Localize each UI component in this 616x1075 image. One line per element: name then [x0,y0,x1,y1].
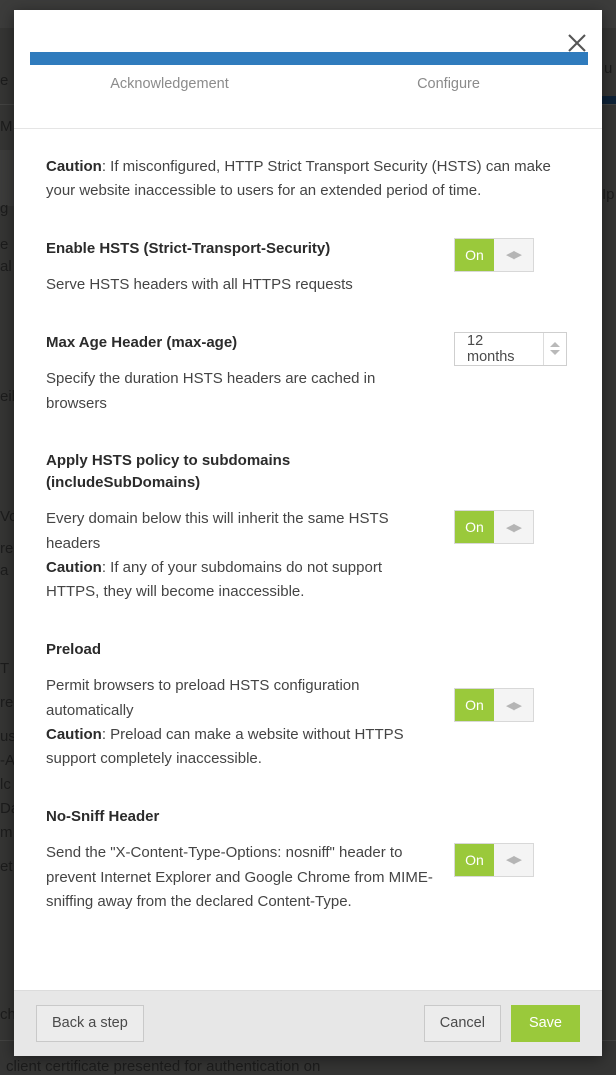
setting-description: Every domain below this will inherit the… [46,507,438,604]
setting-text: Preload Permit browsers to preload HSTS … [46,639,438,772]
setting-caution-label: Caution [46,726,102,744]
setting-title: No-Sniff Header [46,807,160,825]
setting-enable-hsts: Enable HSTS (Strict-Transport-Security) … [46,237,570,298]
top-caution-text: Caution: If misconfigured, HTTP Strict T… [46,155,570,204]
wizard-step-acknowledgement[interactable]: Acknowledgement [30,76,309,92]
setting-control: On ◀▶ [438,688,548,723]
save-button[interactable]: Save [510,1005,580,1042]
setting-title: Max Age Header (max-age) [46,333,238,351]
setting-include-subdomains: Apply HSTS policy to subdomains (include… [46,450,570,605]
chevron-up-icon[interactable] [549,342,560,348]
toggle-include-subdomains[interactable]: On ◀▶ [454,510,534,545]
setting-caution-label: Caution [46,559,102,577]
setting-description: Permit browsers to preload HSTS configur… [46,674,438,771]
setting-description: Serve HSTS headers with all HTTPS reques… [46,276,353,294]
hsts-configuration-modal: Acknowledgement Configure Caution: If mi… [14,10,602,1056]
toggle-enable-hsts[interactable]: On ◀▶ [454,237,534,272]
toggle-preload[interactable]: On ◀▶ [454,688,534,723]
toggle-handle-icon[interactable]: ◀▶ [494,238,533,271]
toggle-handle-icon[interactable]: ◀▶ [494,511,533,544]
setting-control: On ◀▶ [438,510,548,545]
setting-title: Enable HSTS (Strict-Transport-Security) [46,239,331,257]
modal-body: Caution: If misconfigured, HTTP Strict T… [14,129,602,990]
setting-control: On ◀▶ [438,237,548,272]
wizard-step-labels: Acknowledgement Configure [30,76,588,92]
setting-control: 12 months [438,331,567,366]
setting-text: Max Age Header (max-age) Specify the dur… [46,332,438,416]
setting-max-age: Max Age Header (max-age) Specify the dur… [46,331,570,416]
setting-description-line: Every domain below this will inherit the… [46,510,389,552]
toggle-handle-icon[interactable]: ◀▶ [494,843,533,876]
setting-description: Specify the duration HSTS headers are ca… [46,370,376,412]
back-a-step-button[interactable]: Back a step [36,1005,144,1042]
toggle-state-label: On [455,511,494,544]
toggle-state-label: On [455,843,494,876]
chevron-down-icon[interactable] [549,350,560,356]
stepper-spinner[interactable] [542,332,567,365]
wizard-step-configure[interactable]: Configure [309,76,588,92]
setting-title: Preload [46,640,102,658]
caution-label: Caution [46,158,102,175]
setting-description: Send the "X-Content-Type-Options: nosnif… [46,844,433,910]
setting-text: Apply HSTS policy to subdomains (include… [46,450,438,605]
setting-no-sniff-header: No-Sniff Header Send the "X-Content-Type… [46,806,570,915]
setting-text: Enable HSTS (Strict-Transport-Security) … [46,238,438,298]
modal-footer: Back a step Cancel Save [14,990,602,1056]
max-age-stepper[interactable]: 12 months [454,331,567,366]
cancel-button[interactable]: Cancel [423,1005,501,1042]
setting-text: No-Sniff Header Send the "X-Content-Type… [46,806,438,915]
toggle-handle-icon[interactable]: ◀▶ [494,689,533,722]
toggle-state-label: On [455,689,494,722]
toggle-no-sniff[interactable]: On ◀▶ [454,842,534,877]
setting-preload: Preload Permit browsers to preload HSTS … [46,639,570,772]
setting-title: Apply HSTS policy to subdomains (include… [46,451,291,491]
wizard-progress: Acknowledgement Configure [30,52,588,92]
max-age-value[interactable]: 12 months [455,333,543,365]
setting-control: On ◀▶ [438,842,548,877]
caution-body: : If misconfigured, HTTP Strict Transpor… [46,158,551,200]
setting-description-line: Permit browsers to preload HSTS configur… [46,677,360,719]
modal-header: Acknowledgement Configure [14,10,602,129]
toggle-state-label: On [455,238,494,271]
wizard-progress-bar [30,52,588,65]
